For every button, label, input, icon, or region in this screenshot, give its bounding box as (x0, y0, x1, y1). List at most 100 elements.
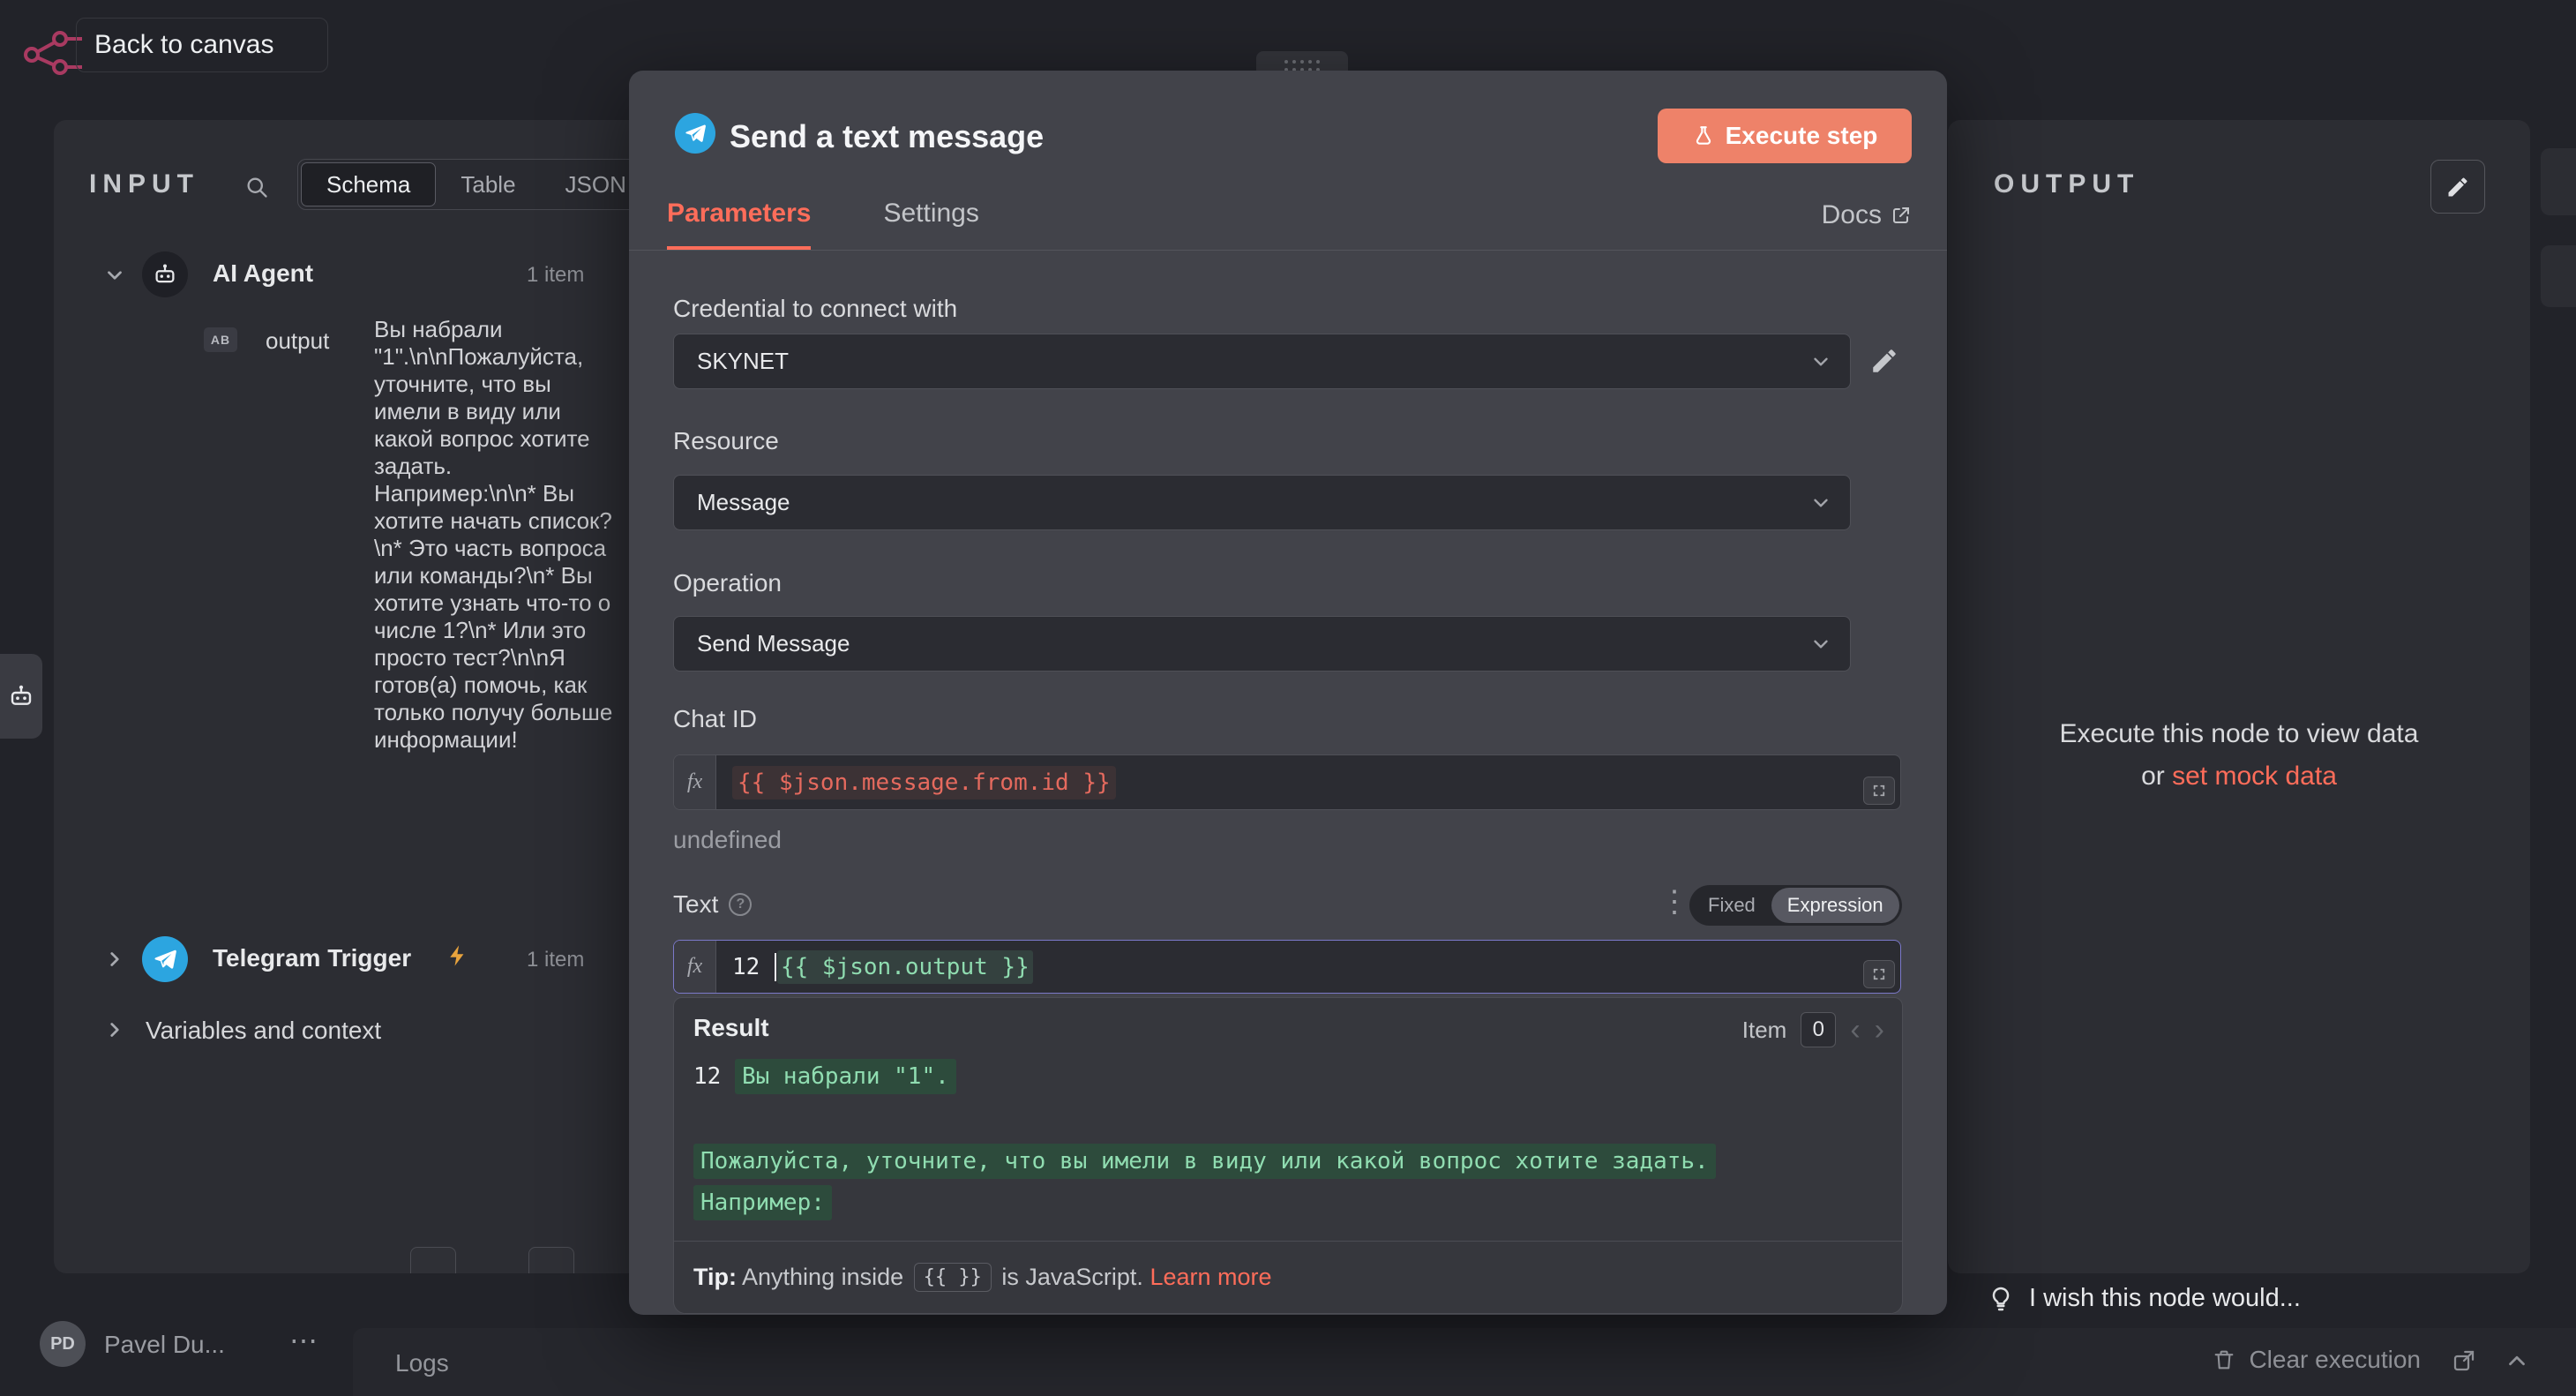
tab-schema[interactable]: Schema (301, 162, 437, 206)
schema-field-output[interactable]: output (266, 327, 329, 355)
clear-execution-button[interactable]: Clear execution (2212, 1346, 2421, 1374)
chat-id-expression-input[interactable]: fx {{ $json.message.from.id }} (673, 754, 1901, 810)
chevron-down-icon (1814, 499, 1828, 507)
fx-icon: fx (674, 941, 716, 993)
input-view-tabs: Schema Table JSON (297, 159, 654, 210)
open-expression-editor-icon[interactable] (1863, 960, 1895, 988)
ai-agent-node-label[interactable]: AI Agent (213, 259, 313, 288)
collapsed-panel-strip[interactable] (2541, 148, 2576, 215)
text-label-row: Text ? (673, 890, 753, 919)
user-name: Pavel Du... (104, 1331, 225, 1358)
output-empty-state: Execute this node to view data or set mo… (1948, 713, 2530, 798)
next-item-icon[interactable]: › (1875, 1015, 1884, 1045)
string-type-icon[interactable]: AB (204, 327, 237, 352)
text-literal: 12 (732, 953, 774, 980)
result-title: Result (693, 1014, 769, 1041)
telegram-trigger-item-count: 1 item (527, 948, 585, 972)
wish-label: I wish this node would... (2029, 1284, 2301, 1312)
logs-toggle[interactable]: Logs (395, 1349, 449, 1377)
credential-value: SKYNET (697, 348, 790, 374)
schema-pager-button[interactable] (528, 1247, 574, 1273)
variables-and-context-label[interactable]: Variables and context (146, 1017, 381, 1045)
text-cursor (774, 952, 776, 981)
app-root: Back to canvas INPUT Schema Table JSON A… (0, 0, 2576, 1396)
tab-settings[interactable]: Settings (883, 199, 978, 250)
learn-more-link[interactable]: Learn more (1149, 1264, 1271, 1291)
text-label: Text (673, 890, 719, 918)
execute-step-button[interactable]: Execute step (1658, 109, 1912, 163)
user-avatar[interactable]: PD (40, 1321, 86, 1367)
chevron-up-icon[interactable] (2504, 1347, 2530, 1374)
resource-value: Message (697, 489, 790, 515)
toggle-fixed[interactable]: Fixed (1692, 888, 1771, 923)
chevron-right-icon[interactable] (103, 948, 126, 971)
credential-select[interactable]: SKYNET (673, 334, 1851, 389)
assistant-tab-button[interactable] (0, 654, 42, 739)
item-label: Item (1741, 1016, 1787, 1043)
operation-value: Send Message (697, 630, 850, 657)
chevron-down-icon[interactable] (103, 264, 126, 287)
expression-tip: Tip: Anything inside {{ }} is JavaScript… (674, 1241, 1902, 1313)
chevron-down-icon (1814, 357, 1828, 365)
open-expression-editor-icon[interactable] (1863, 777, 1895, 805)
execute-step-label: Execute step (1725, 122, 1878, 149)
result-line-3: Например: (693, 1185, 832, 1220)
robot-icon (155, 264, 175, 283)
lightning-bolt-icon (450, 945, 464, 966)
tip-label: Tip: (693, 1264, 737, 1290)
telegram-trigger-node-label[interactable]: Telegram Trigger (213, 944, 411, 972)
ai-agent-node-icon (142, 251, 188, 297)
ai-agent-item-count: 1 item (527, 263, 585, 287)
chat-id-expression: {{ $json.message.from.id }} (732, 765, 1116, 799)
result-line-1: 12 Вы набрали "1". (693, 1059, 956, 1094)
collapsed-panel-strip[interactable] (2541, 245, 2576, 307)
telegram-icon (154, 949, 176, 969)
tab-parameters[interactable]: Parameters (667, 199, 812, 250)
docs-link[interactable]: Docs (1822, 200, 1912, 230)
node-detail-modal: Send a text message Execute step Paramet… (629, 71, 1947, 1315)
text-expression: {{ $json.output }} (776, 949, 1033, 984)
tab-table[interactable]: Table (436, 162, 540, 206)
external-link-icon (1893, 207, 1909, 223)
chevron-right-icon[interactable] (103, 1018, 126, 1041)
flask-icon (1696, 126, 1711, 145)
set-mock-data-link[interactable]: set mock data (2172, 762, 2337, 791)
item-index[interactable]: 0 (1801, 1012, 1837, 1047)
user-menu-icon[interactable]: ⋯ (289, 1324, 318, 1357)
empty-state-line2: or set mock data (2141, 762, 2337, 791)
prev-item-icon[interactable]: ‹ (1850, 1015, 1860, 1045)
logs-panel: Logs Clear execution (353, 1328, 2576, 1396)
parameter-options-icon[interactable]: ⋮ (1659, 884, 1689, 919)
output-panel-title: OUTPUT (1994, 169, 2140, 199)
robot-icon (11, 685, 32, 705)
lightbulb-icon (1992, 1287, 2010, 1310)
operation-select[interactable]: Send Message (673, 616, 1851, 672)
credential-label: Credential to connect with (673, 295, 958, 322)
schema-field-output-value: Вы набрали "1".\n\nПожалуйста, уточните,… (374, 316, 613, 753)
output-panel: OUTPUT Execute this node to view data or… (1948, 120, 2530, 1273)
search-icon[interactable] (244, 175, 269, 199)
back-to-canvas-label: Back to canvas (94, 30, 274, 59)
input-panel: INPUT Schema Table JSON AI Agent 1 item … (54, 120, 654, 1273)
fx-icon: fx (674, 755, 716, 809)
pop-out-icon[interactable] (2451, 1347, 2477, 1374)
operation-label: Operation (673, 569, 782, 597)
resource-label: Resource (673, 427, 779, 454)
telegram-node-icon (675, 113, 715, 154)
chat-id-preview: undefined (673, 826, 783, 853)
edit-credential-icon[interactable] (1869, 346, 1899, 376)
toggle-expression[interactable]: Expression (1771, 888, 1899, 923)
text-expression-input[interactable]: fx 12 {{ $json.output }} (673, 940, 1901, 994)
code-chip: {{ }} (913, 1263, 992, 1292)
help-icon[interactable]: ? (729, 893, 753, 916)
node-title[interactable]: Send a text message (730, 118, 1044, 155)
chevron-down-icon (1814, 640, 1828, 648)
trash-icon (2215, 1350, 2234, 1370)
edit-output-button[interactable] (2430, 160, 2485, 214)
telegram-icon (685, 124, 706, 142)
resource-select[interactable]: Message (673, 475, 1851, 530)
node-feedback-button[interactable]: I wish this node would... (1987, 1284, 2301, 1313)
expression-result-panel: Result Item 0 ‹ › 12 Вы набрали "1". Пож… (673, 997, 1903, 1314)
schema-pager-button[interactable] (410, 1247, 456, 1273)
back-to-canvas-button[interactable]: Back to canvas (76, 18, 328, 72)
